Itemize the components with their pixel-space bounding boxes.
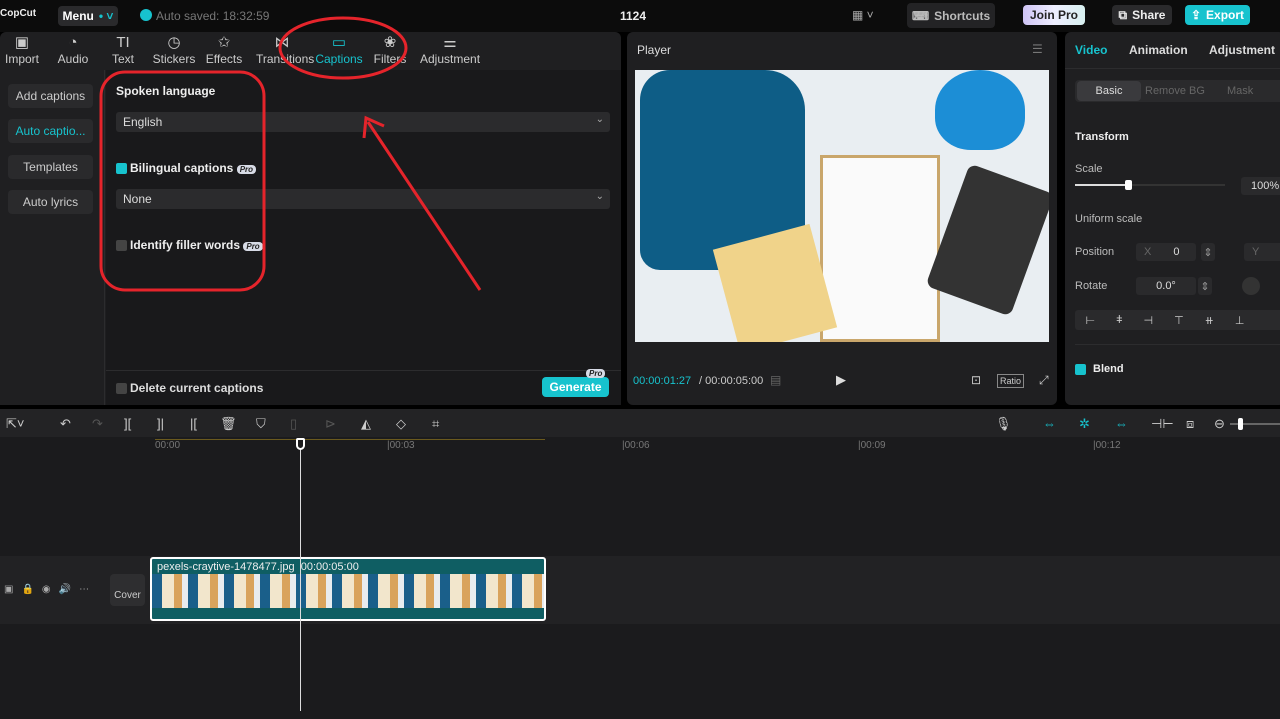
annotation-overlay: [99, 16, 482, 292]
annotation-box: [99, 70, 266, 292]
annotation-arrowhead: [362, 115, 385, 139]
annotation-circle: [278, 16, 408, 80]
annotation-arrow: [366, 121, 482, 291]
